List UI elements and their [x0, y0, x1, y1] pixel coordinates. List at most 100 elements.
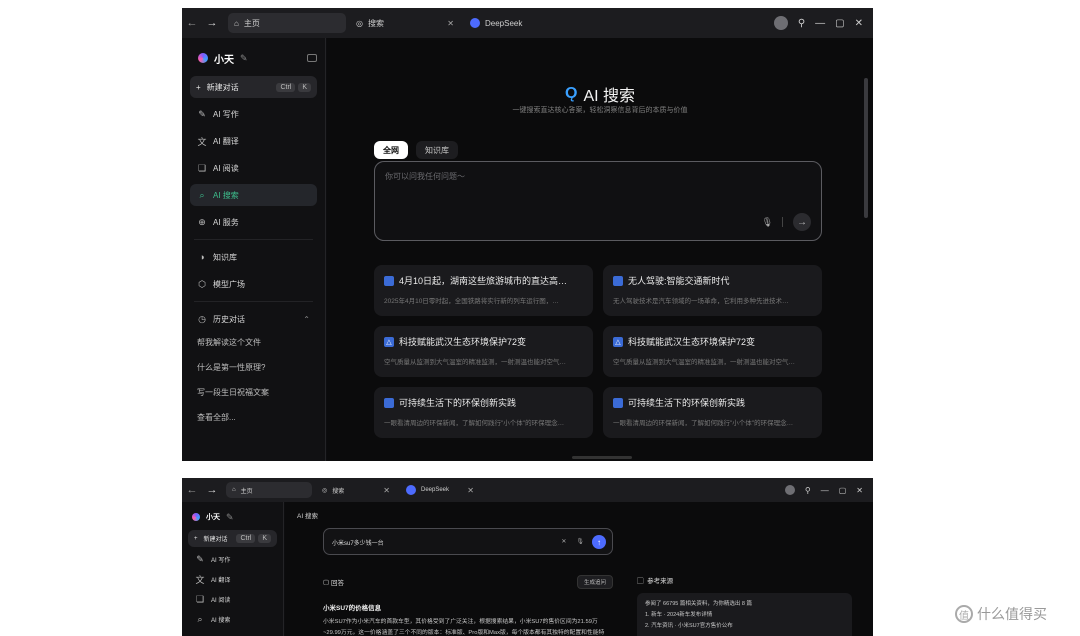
search-scope-tabs: 全网 知识库	[374, 141, 458, 159]
tab-search[interactable]: ◎ 搜索 ✕	[350, 13, 460, 33]
divider	[194, 239, 313, 240]
clock-icon: ◷	[198, 313, 206, 324]
close-icon[interactable]: ✕	[383, 486, 390, 495]
tab-search[interactable]: ◎ 搜索 ✕	[316, 482, 396, 498]
references-label: 参考来源	[647, 578, 674, 585]
close-icon[interactable]: ✕	[447, 19, 454, 28]
sidebar-item-ai-read[interactable]: ❏ AI 阅读	[190, 157, 317, 179]
tab-web[interactable]: 全网	[374, 141, 408, 159]
chevron-up-icon[interactable]: ⌃	[303, 315, 310, 324]
edit-icon[interactable]: ✎	[226, 512, 234, 523]
tab-home[interactable]: ⌂ 主页	[226, 482, 312, 498]
sidebar-header: 小天 ✎	[188, 510, 277, 524]
minimize-icon[interactable]: —	[815, 18, 825, 29]
query-box: 小米su7多少钱一台 ✕ 🎙 ↑	[323, 528, 613, 555]
ai-search-logo-icon: Ǫ	[564, 85, 578, 102]
answer-title: 小米SU7的价格信息	[323, 605, 382, 612]
scrollbar[interactable]	[864, 78, 868, 218]
clear-icon[interactable]: ✕	[561, 538, 566, 545]
search-input[interactable]	[385, 172, 765, 181]
sidebar-item-ai-writing[interactable]: ✎ AI 写作	[188, 551, 277, 567]
close-icon[interactable]: ✕	[467, 486, 474, 495]
suggestion-card[interactable]: 无人驾驶:智能交通新时代 无人驾驶技术是汽车领域的一场革命，它利用多种先进技术…	[603, 265, 822, 316]
window-close-icon[interactable]: ✕	[855, 18, 863, 29]
avatar[interactable]	[784, 485, 795, 495]
eco-icon: △	[613, 336, 623, 347]
tab-knowledge-base[interactable]: 知识库	[416, 141, 458, 159]
suggestion-card[interactable]: △ 科技赋能武汉生态环境保护72变 空气质量从监测到大气温室的精准监测，一射测温也…	[603, 326, 822, 377]
back-icon[interactable]: ←	[182, 484, 202, 496]
window-close-icon[interactable]: ✕	[856, 486, 863, 495]
references-box: 参阅了 66795 篇相关资料，为你精选出 8 篇 1. 新车 · 2024新车…	[637, 593, 852, 636]
shortcut-hint: Ctrl K	[236, 534, 271, 543]
minimize-icon[interactable]: —	[821, 486, 829, 495]
answer-section: ▢ 回答 生成追问 小米SU7的价格信息 小米SU7作为小米汽车的首款车型，其价…	[323, 575, 613, 636]
tab-deepseek[interactable]: DeepSeek	[464, 13, 574, 33]
sidebar-item-ai-writing[interactable]: ✎ AI 写作	[190, 103, 317, 125]
deepseek-logo-icon	[406, 485, 416, 495]
search-icon: ⌕	[197, 613, 203, 624]
suggestion-card[interactable]: 可持续生活下的环保创新实践 一眼看清周边的环保新闻，了解如何践行"小个体"的环保…	[374, 387, 593, 438]
pen-icon: ✎	[196, 553, 204, 564]
cube-icon: ⬡	[198, 278, 206, 289]
sidebar-collapse-icon[interactable]	[307, 54, 317, 62]
maximize-icon[interactable]: ▢	[835, 18, 844, 29]
forward-icon[interactable]: →	[202, 17, 222, 29]
plus-icon: +	[194, 535, 198, 542]
reference-item[interactable]: 2. 汽车资讯 · 小米SU7官方售价公布	[645, 621, 844, 632]
eco-icon: △	[384, 336, 394, 347]
back-icon[interactable]: ←	[182, 17, 202, 29]
sidebar-item-ai-translate[interactable]: 文 AI 翻译	[188, 571, 277, 587]
sidebar-item-ai-service[interactable]: ⊕ AI 服务	[190, 211, 317, 233]
breadcrumb: AI 搜索	[297, 513, 318, 520]
history-header[interactable]: ◷ 历史对话 ⌃	[190, 308, 317, 330]
sidebar: 小天 ✎ + 新建对话 Ctrl K ✎ AI 写作 文 AI 翻译 ❏ AI …	[182, 502, 284, 636]
maximize-icon[interactable]: ▢	[839, 486, 847, 495]
knowledge-icon: ◑	[199, 252, 205, 262]
sidebar: 小天 ✎ + 新建对话 Ctrl K ✎ AI 写作 文 AI 翻译 ❏ AI …	[182, 38, 326, 461]
reference-icon: ▢	[637, 578, 646, 585]
new-chat-button[interactable]: + 新建对话 Ctrl K	[188, 530, 277, 547]
answer-body: 小米SU7作为小米汽车的首款车型，其价格受到了广泛关注，根据搜索结果，小米SU7…	[323, 619, 605, 636]
sidebar-item-model-square[interactable]: ⬡ 模型广场	[190, 273, 317, 295]
history-item[interactable]: 写一段生日祝福文案	[190, 380, 317, 405]
search-box: 🎙 →	[374, 161, 822, 241]
app-logo-icon	[198, 53, 208, 63]
history-item[interactable]: 什么是第一性原理?	[190, 355, 317, 380]
sidebar-header: 小天 ✎	[190, 48, 317, 68]
tab-deepseek[interactable]: DeepSeek ✕	[400, 482, 480, 498]
resize-handle[interactable]	[572, 456, 632, 459]
reference-item[interactable]: 1. 新车 · 2024新车发布详情	[645, 610, 844, 621]
divider	[782, 217, 783, 227]
sidebar-item-ai-translate[interactable]: 文 AI 翻译	[190, 130, 317, 152]
home-icon: ⌂	[232, 487, 236, 493]
microphone-icon[interactable]: 🎙	[576, 538, 584, 545]
forward-icon[interactable]: →	[202, 484, 222, 496]
suggestion-card[interactable]: 可持续生活下的环保创新实践 一眼看清周边的环保新闻，了解如何践行"小个体"的环保…	[603, 387, 822, 438]
sidebar-item-ai-search[interactable]: ⌕ AI 搜索	[188, 611, 277, 627]
avatar[interactable]	[773, 16, 788, 30]
send-button[interactable]: →	[793, 213, 811, 231]
pin-icon[interactable]: ⚲	[798, 18, 805, 29]
pin-icon[interactable]: ⚲	[805, 486, 811, 495]
divider	[194, 301, 313, 302]
follow-up-button[interactable]: 生成追问	[576, 575, 613, 589]
new-chat-button[interactable]: + 新建对话 Ctrl K	[190, 76, 317, 98]
suggestion-card[interactable]: △ 科技赋能武汉生态环境保护72变 空气质量从监测到大气温室的精准监测，一射测温也…	[374, 326, 593, 377]
history-item[interactable]: 帮我解读这个文件	[190, 330, 317, 355]
browser-titlebar: ← → ⌂ 主页 ◎ 搜索 ✕ DeepSeek ⚲ — ▢ ✕	[182, 8, 873, 38]
send-button[interactable]: ↑	[592, 535, 606, 549]
news-icon	[384, 275, 394, 286]
query-text[interactable]: 小米su7多少钱一台	[332, 538, 384, 547]
microphone-icon[interactable]: 🎙	[762, 217, 773, 228]
deepseek-logo-icon	[470, 18, 480, 28]
view-all-history-link[interactable]: 查看全部...	[190, 405, 317, 430]
sidebar-item-ai-search[interactable]: ⌕ AI 搜索	[190, 184, 317, 206]
sidebar-item-knowledge[interactable]: ◑ 知识库	[190, 246, 317, 268]
tab-home[interactable]: ⌂ 主页	[228, 13, 346, 33]
screenshot-ai-search-home: ← → ⌂ 主页 ◎ 搜索 ✕ DeepSeek ⚲ — ▢ ✕ 小天 ✎ + …	[182, 8, 873, 461]
read-icon: ❏	[197, 162, 207, 173]
sidebar-item-ai-read[interactable]: ❏ AI 阅读	[188, 591, 277, 607]
suggestion-card[interactable]: 4月10日起，湖南这些旅游城市的直达高… 2025年4月10日零时起，全国铁路将…	[374, 265, 593, 316]
edit-icon[interactable]: ✎	[240, 53, 248, 64]
